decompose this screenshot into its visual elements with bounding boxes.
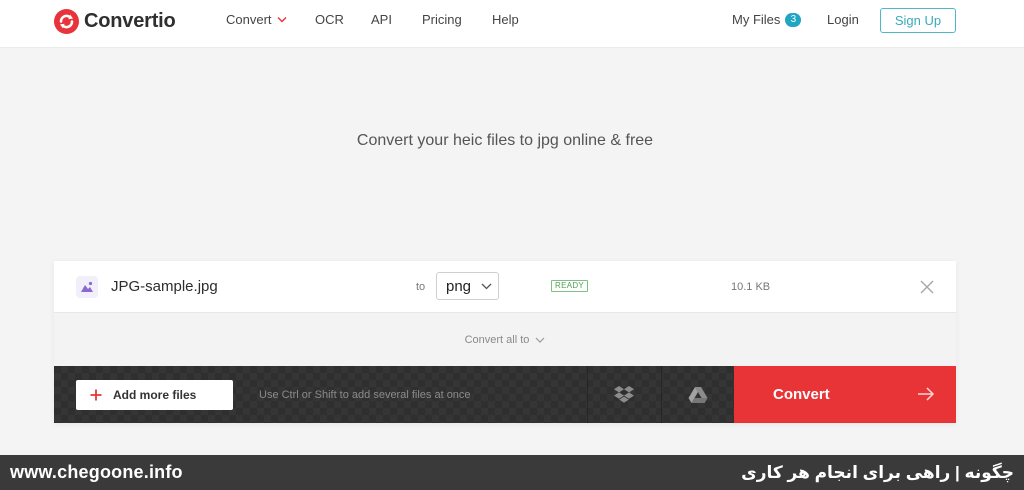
- convert-all-dropdown[interactable]: Convert all to: [465, 334, 546, 346]
- add-more-files-label: Add more files: [113, 388, 197, 402]
- add-more-files-button[interactable]: Add more files: [76, 380, 233, 410]
- google-drive-button[interactable]: [661, 366, 734, 423]
- watermark-persian-text: چگونه | راهی برای انجام هر کاری: [741, 463, 1014, 482]
- my-files-label: My Files: [732, 12, 781, 27]
- nav-ocr[interactable]: OCR: [315, 12, 344, 27]
- multi-select-hint: Use Ctrl or Shift to add several files a…: [259, 389, 471, 401]
- nav-api[interactable]: API: [371, 12, 392, 27]
- chevron-down-icon: [535, 337, 545, 343]
- file-row: JPG-sample.jpg to png READY 10.1 KB: [54, 261, 956, 313]
- convert-button-label: Convert: [773, 386, 830, 403]
- plus-icon: [90, 389, 102, 401]
- chevron-down-icon: [277, 17, 287, 23]
- file-size: 10.1 KB: [731, 281, 771, 293]
- dropbox-icon: [614, 386, 634, 403]
- page-tagline: Convert your heic files to jpg online & …: [356, 132, 654, 149]
- convert-button[interactable]: Convert: [734, 366, 956, 423]
- my-files-count-badge: 3: [785, 12, 802, 27]
- arrow-right-icon: [918, 387, 935, 401]
- watermark-url: www.chegoone.info: [10, 462, 183, 482]
- convert-all-row: Convert all to: [54, 314, 956, 366]
- main-nav: Convert OCR API Pricing Help My Files 3 …: [0, 12, 1024, 30]
- sign-up-button[interactable]: Sign Up: [880, 8, 956, 33]
- my-files-link[interactable]: My Files 3: [732, 12, 802, 27]
- chevron-down-icon: [481, 283, 492, 289]
- convert-all-label: Convert all to: [464, 334, 530, 346]
- nav-convert[interactable]: Convert: [226, 12, 287, 27]
- file-name: JPG-sample.jpg: [111, 278, 218, 295]
- to-label: to: [416, 281, 426, 293]
- login-link[interactable]: Login: [827, 12, 859, 27]
- status-badge: READY: [551, 280, 589, 292]
- dropbox-button[interactable]: [587, 366, 660, 423]
- close-icon: [920, 280, 934, 294]
- google-drive-icon: [688, 386, 708, 403]
- output-format-value: png: [446, 277, 472, 295]
- nav-convert-label: Convert: [226, 12, 272, 27]
- nav-pricing[interactable]: Pricing: [422, 12, 462, 27]
- watermark-banner: www.chegoone.info چگونه | راهی برای انجا…: [0, 455, 1024, 490]
- output-format-select[interactable]: png: [436, 272, 499, 300]
- image-file-icon: [76, 276, 98, 298]
- converter-panel: JPG-sample.jpg to png READY 10.1 KB Conv…: [54, 261, 956, 423]
- top-header: Convertio Convert OCR API Pricing Help M…: [0, 0, 1024, 48]
- remove-file-button[interactable]: [918, 278, 936, 296]
- action-bar: Add more files Use Ctrl or Shift to add …: [54, 366, 956, 423]
- nav-help[interactable]: Help: [492, 12, 519, 27]
